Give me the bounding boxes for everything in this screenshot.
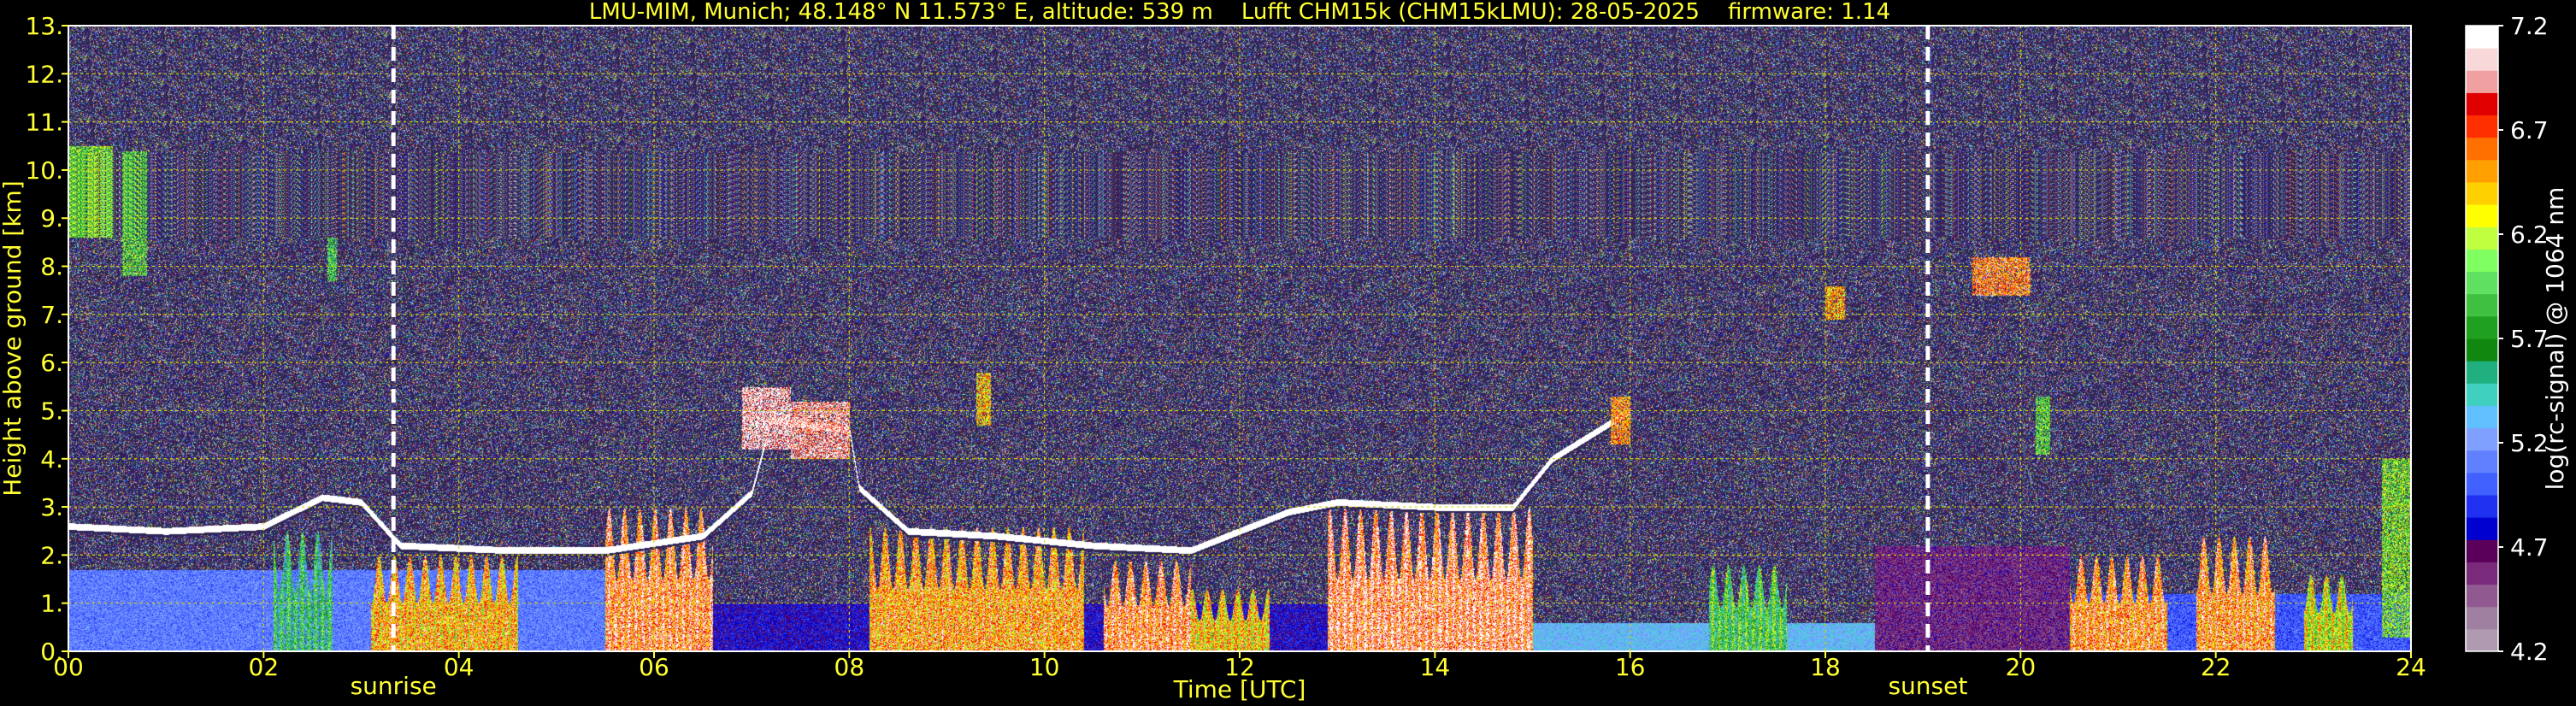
colorbar-segment (2466, 517, 2498, 540)
x-tick-label: 02 (249, 653, 280, 681)
y-tick-label: 6. (40, 349, 63, 377)
colorbar-segment (2466, 137, 2498, 161)
colorbar-tick-label: 4.2 (2510, 638, 2549, 666)
colorbar (2465, 25, 2499, 652)
y-tick-label: 5. (40, 397, 63, 425)
y-tick-label: 3. (40, 493, 63, 521)
colorbar-tick-label: 6.7 (2510, 116, 2549, 144)
colorbar-segment (2466, 249, 2498, 273)
colorbar-segment (2466, 405, 2498, 429)
colorbar-tick-label: 4.7 (2510, 533, 2549, 562)
ceilometer-plot: sunrise sunset LMU-MIM, Munich; 48.148° N… (0, 0, 2576, 706)
colorbar-segment (2466, 562, 2498, 585)
colorbar-segment (2466, 427, 2498, 451)
colorbar-segment (2466, 92, 2498, 116)
y-tick-label: 9. (40, 204, 63, 232)
y-tick-label: 10. (25, 156, 63, 185)
colorbar-segment (2466, 70, 2498, 93)
colorbar-segment (2466, 315, 2498, 339)
y-tick-labels: 0.1.2.3.4.5.6.7.8.9.10.11.12.13. (25, 12, 68, 666)
colorbar-segment (2466, 204, 2498, 227)
y-tick-label: 2. (40, 541, 63, 569)
colorbar-segment (2466, 450, 2498, 474)
colorbar-segment (2466, 361, 2498, 384)
x-tick-label: 08 (834, 653, 865, 681)
colorbar-segment (2466, 293, 2498, 317)
y-tick-label: 11. (25, 109, 63, 137)
colorbar-segment (2466, 606, 2498, 630)
colorbar-segment (2466, 115, 2498, 138)
y-tick-label: 1. (40, 590, 63, 618)
colorbar-segment (2466, 539, 2498, 562)
x-tick-label: 24 (2396, 653, 2426, 681)
x-tick-label: 00 (53, 653, 84, 681)
x-tick-label: 20 (2006, 653, 2037, 681)
x-tick-label: 06 (639, 653, 669, 681)
y-tick-label: 4. (40, 445, 63, 474)
colorbar-segment (2466, 338, 2498, 362)
colorbar-segment (2466, 26, 2498, 49)
chart-overlay: sunrise sunset LMU-MIM, Munich; 48.148° N… (0, 0, 2569, 703)
x-tick-label: 22 (2201, 653, 2231, 681)
colorbar-segment (2466, 383, 2498, 406)
y-axis-label: Height above ground [km] (0, 180, 27, 497)
colorbar-segment (2466, 227, 2498, 250)
y-tick-label: 12. (25, 60, 63, 88)
colorbar-segment (2466, 48, 2498, 71)
gridlines (68, 26, 2411, 651)
colorbar-segment (2466, 628, 2498, 652)
chart-title: LMU-MIM, Munich; 48.148° N 11.573° E, al… (589, 0, 1890, 25)
colorbar-tick-label: 7.2 (2510, 12, 2549, 40)
sun-marker-label: sunset (1888, 672, 1967, 700)
x-tick-label: 16 (1615, 653, 1646, 681)
colorbar-segment (2466, 495, 2498, 518)
colorbar-segment (2466, 182, 2498, 205)
x-tick-label: 10 (1029, 653, 1060, 681)
y-tick-label: 7. (40, 301, 63, 329)
x-tick-label: 04 (444, 653, 475, 681)
y-tick-label: 13. (25, 12, 63, 40)
colorbar-segment (2466, 472, 2498, 496)
colorbar-segment (2466, 584, 2498, 608)
colorbar-label: log(rc-signal) @ 1064 nm (2541, 187, 2569, 491)
x-tick-label: 18 (1810, 653, 1841, 681)
colorbar-segment (2466, 159, 2498, 183)
colorbar-segment (2466, 271, 2498, 295)
x-axis-label: Time [UTC] (1173, 675, 1306, 703)
y-tick-label: 8. (40, 253, 63, 281)
sun-marker-label: sunrise (351, 672, 437, 700)
x-tick-label: 14 (1420, 653, 1451, 681)
